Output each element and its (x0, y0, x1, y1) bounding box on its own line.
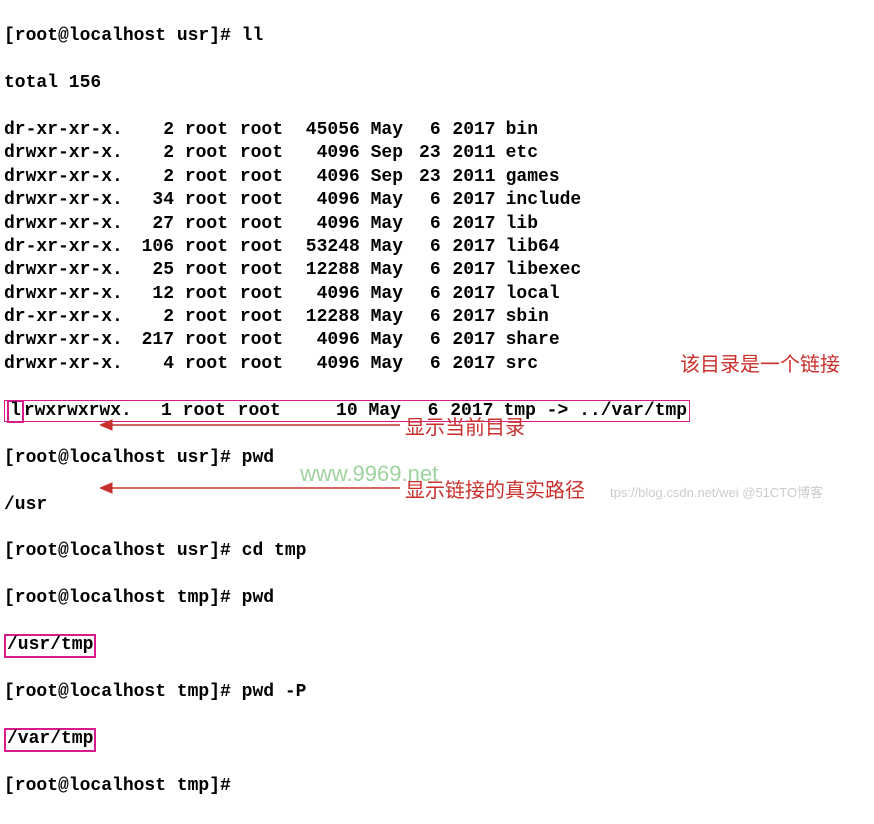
annotation-curdir: 显示当前目录 (405, 415, 525, 441)
list-item: dr-xr-xr-x.2 rootroot12288 May62017sbin (4, 306, 870, 329)
command: ll (242, 26, 264, 46)
list-item: dr-xr-xr-x.2 rootroot45056 May62017bin (4, 119, 870, 142)
command: pwd (242, 448, 274, 468)
list-item: drwxr-xr-x.25 rootroot12288 May62017libe… (4, 259, 870, 282)
command: pwd (242, 588, 274, 608)
arrow-icon (100, 415, 400, 435)
file-listing: dr-xr-xr-x.2 rootroot45056 May62017bindr… (4, 119, 870, 376)
total-line: total 156 (4, 72, 870, 95)
filetype-l: l (7, 400, 24, 424)
list-item: drwxr-xr-x.2 rootroot4096 Sep232011etc (4, 142, 870, 165)
annotation-link: 该目录是一个链接 (680, 352, 840, 378)
output-var-tmp: /var/tmp (4, 728, 96, 752)
terminal-output[interactable]: [root@localhost usr]# ll total 156 dr-xr… (0, 0, 874, 824)
watermark: www.9969.net (300, 460, 438, 489)
prompt: [root@localhost tmp]# (4, 682, 231, 702)
prompt: [root@localhost usr]# (4, 448, 231, 468)
list-item: drwxr-xr-x.217 rootroot4096 May62017shar… (4, 329, 870, 352)
list-item: drwxr-xr-x.34 rootroot4096 May62017inclu… (4, 189, 870, 212)
watermark-small: tps://blog.csdn.net/wei @51CTO博客 (610, 485, 823, 502)
prompt: [root@localhost usr]# (4, 26, 231, 46)
output-usr-tmp: /usr/tmp (4, 634, 96, 658)
prompt: [root@localhost usr]# (4, 541, 231, 561)
prompt: [root@localhost tmp]# (4, 588, 231, 608)
command: pwd -P (242, 682, 307, 702)
command: cd tmp (242, 541, 307, 561)
prompt: [root@localhost tmp]# (4, 776, 231, 796)
list-item: drwxr-xr-x.12 rootroot4096 May62017local (4, 283, 870, 306)
list-item: drwxr-xr-x.27 rootroot4096 May62017lib (4, 213, 870, 236)
list-item: dr-xr-xr-x.106 rootroot53248 May62017lib… (4, 236, 870, 259)
list-item: drwxr-xr-x.2 rootroot4096 Sep232011games (4, 166, 870, 189)
